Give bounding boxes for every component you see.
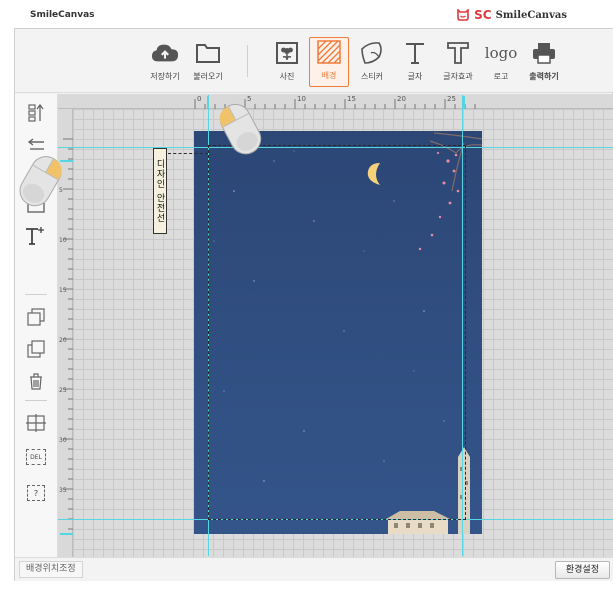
save-label: 저장하기 [150,72,180,81]
load-button[interactable]: 불러오기 [188,39,228,87]
logo-label: 로고 [493,72,509,81]
ruler-left-label: 30 [59,437,67,444]
safe-area-tag: 디자인 안전선 [153,148,167,234]
logo-button[interactable]: logo 로고 [481,39,521,87]
background-position-label: 배경위치조정 [19,561,83,578]
grid-button[interactable] [24,412,48,434]
safe-area-leader-line [168,153,208,154]
ruler-left-label: 10 [59,237,67,244]
app-title: SmileCanvas [30,10,95,20]
status-bar: 배경위치조정 환경설정 [15,557,613,581]
design-safe-area [208,145,466,520]
print-label: 출력하기 [529,72,559,81]
flower-photo-icon [273,39,301,67]
sidebar-divider [25,400,47,401]
ruler-top-label: 0 [197,95,202,103]
background-button[interactable]: 배경 [309,37,349,87]
mouse-drag-icon [219,103,262,155]
send-backward-button[interactable] [24,338,48,360]
help-text: ? [33,488,39,498]
text-effect-icon [444,39,472,67]
align-vertical-button[interactable] [24,102,48,124]
ruler-left-label: 35 [59,487,67,494]
logo-glyph: logo [484,44,518,62]
ruler-top-label: 10 [297,95,306,103]
text-t-icon [401,39,429,67]
trash-icon [30,373,42,390]
logo-icon: logo [484,39,518,67]
top-ruler: 0 5 10 15 20 25 [58,94,613,109]
brand-name: SmileCanvas [495,9,567,21]
align-vertical-icon [28,103,44,122]
background-hatch-icon [315,38,343,66]
save-button[interactable]: 저장하기 [145,39,185,87]
text-effect-button[interactable]: 글자효과 [438,39,478,87]
ruler-left-label: 20 [59,337,67,344]
ruler-top-label: 20 [397,95,406,103]
mouse-click-icon [19,156,62,207]
ruler-left-label: 15 [59,287,67,294]
add-text-button[interactable] [24,224,48,246]
help-button[interactable]: ? [24,482,48,504]
safe-area-tag-text: 디자인 안전선 [154,159,165,223]
sidebar-divider [25,294,47,295]
brand-mark: SC [474,8,492,22]
text-label: 글자 [407,72,423,81]
photo-button[interactable]: 사진 [267,39,307,87]
sticker-icon [358,39,386,67]
sticker-button[interactable]: 스티커 [352,39,392,87]
bring-forward-icon [27,308,45,326]
photo-label: 사진 [279,72,295,81]
delete-label-text: DEL [30,453,42,461]
brand-logo: SC SmileCanvas [456,8,567,22]
send-backward-icon [27,340,45,358]
sticker-label: 스티커 [360,72,384,81]
grid-icon [26,414,46,432]
delete-label-button[interactable]: DEL [24,446,48,468]
text-effect-label: 글자효과 [443,72,473,81]
help-icon: ? [27,485,45,501]
folder-icon [194,39,222,67]
trash-button[interactable] [24,370,48,392]
ruler-top-label: 15 [347,95,356,103]
delete-label-icon: DEL [26,449,46,465]
ruler-left-label: 25 [59,387,67,394]
main-toolbar: 저장하기 불러오기 사진 배경 스티커 글자 글자효과 logo 로고 출력하기 [15,29,613,93]
smile-logo-icon [457,9,469,21]
text-button[interactable]: 글자 [395,39,435,87]
app-window: SmileCanvas SC SmileCanvas 저장하기 불러오기 사진 … [0,0,613,591]
load-label: 불러오기 [193,72,223,81]
printer-icon [530,39,558,67]
toolbar-divider [247,45,248,77]
ruler-top-label: 25 [447,95,456,103]
cloud-upload-icon [151,39,179,67]
settings-button[interactable]: 환경설정 [554,561,610,579]
add-text-icon [26,227,44,245]
background-label: 배경 [321,71,337,80]
print-button[interactable]: 출력하기 [524,39,564,87]
bring-forward-button[interactable] [24,306,48,328]
